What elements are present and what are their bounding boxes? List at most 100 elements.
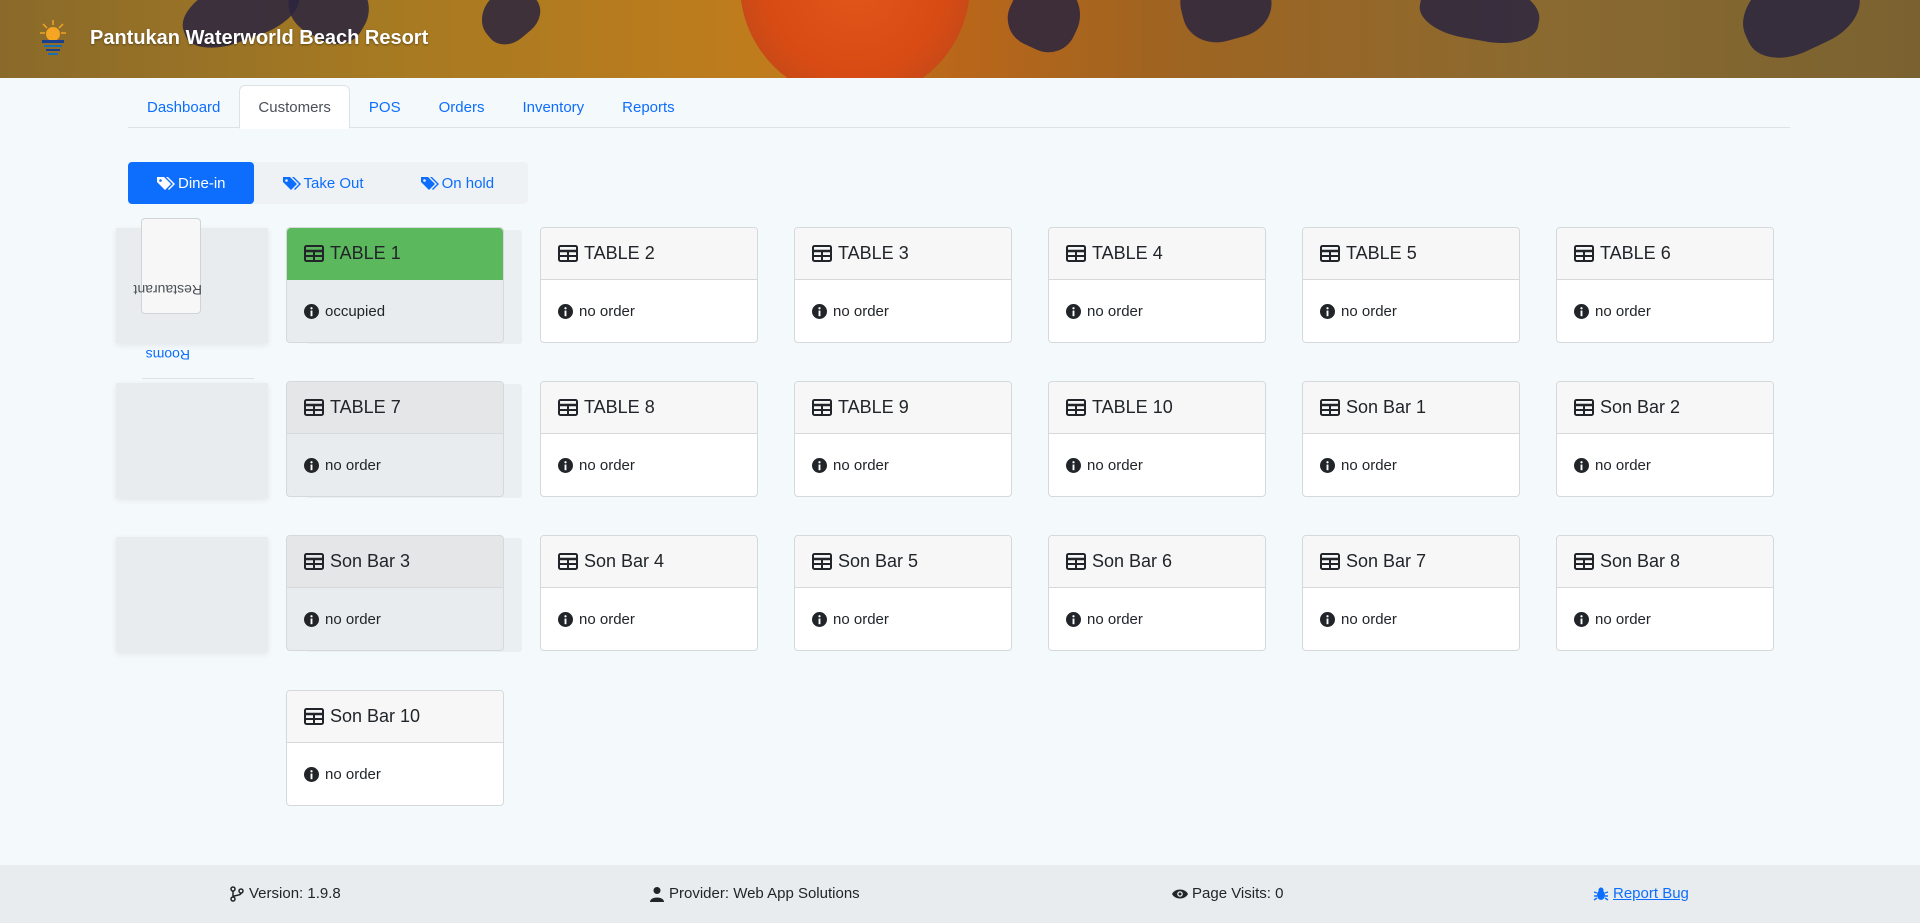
info-circle-icon xyxy=(304,766,319,782)
table-card[interactable]: TABLE 6 no order xyxy=(1556,227,1774,343)
table-name: Son Bar 7 xyxy=(1346,551,1427,571)
table-card[interactable]: TABLE 5 no order xyxy=(1302,227,1520,343)
table-name: TABLE 9 xyxy=(838,397,909,417)
tab-pos[interactable]: POS xyxy=(350,85,420,128)
take-out-button[interactable]: Take Out xyxy=(254,162,392,204)
table-card[interactable]: TABLE 2 no order xyxy=(540,227,758,343)
tab-dashboard[interactable]: Dashboard xyxy=(128,85,239,128)
info-circle-icon xyxy=(812,611,827,627)
table-card[interactable]: TABLE 7 no order xyxy=(286,381,504,497)
table-card-header: Son Bar 8 xyxy=(1557,536,1773,588)
table-card[interactable]: Son Bar 1 no order xyxy=(1302,381,1520,497)
tab-orders[interactable]: Orders xyxy=(420,85,504,128)
table-name: Son Bar 3 xyxy=(330,551,411,571)
tab-inventory[interactable]: Inventory xyxy=(503,85,603,128)
table-name: Son Bar 10 xyxy=(330,706,421,726)
table-card-header: TABLE 1 xyxy=(287,228,503,280)
info-circle-icon xyxy=(812,303,827,319)
table-status: no order xyxy=(1341,302,1397,320)
report-bug-text[interactable]: Report Bug xyxy=(1613,885,1689,902)
palm-decoration xyxy=(1728,0,1872,72)
table-status: occupied xyxy=(325,302,386,320)
table-card[interactable]: Son Bar 4 no order xyxy=(540,535,758,651)
table-icon xyxy=(304,399,324,416)
info-circle-icon xyxy=(812,457,827,473)
dine-in-button[interactable]: Dine-in xyxy=(128,162,254,204)
table-card[interactable]: Son Bar 7 no order xyxy=(1302,535,1520,651)
table-card-header: Son Bar 7 xyxy=(1303,536,1519,588)
table-card-body: no order xyxy=(287,743,503,805)
side-panel-block xyxy=(116,383,268,498)
table-card[interactable]: TABLE 1 occupied xyxy=(286,227,504,343)
table-name: Son Bar 4 xyxy=(584,551,665,571)
table-card-body: no order xyxy=(1049,280,1265,342)
table-card[interactable]: TABLE 10 no order xyxy=(1048,381,1266,497)
restaurant-tab[interactable] xyxy=(141,218,201,314)
table-card-header: Son Bar 6 xyxy=(1049,536,1265,588)
table-status: no order xyxy=(833,302,889,320)
tab-customers[interactable]: Customers xyxy=(239,85,350,129)
table-card[interactable]: TABLE 9 no order xyxy=(794,381,1012,497)
footer: Version: 1.9.8 Provider: Web App Solutio… xyxy=(0,865,1920,923)
table-card[interactable]: Son Bar 3 no order xyxy=(286,535,504,651)
table-icon xyxy=(812,553,832,570)
table-card-header: Son Bar 2 xyxy=(1557,382,1773,434)
table-icon xyxy=(1066,245,1086,262)
table-card-body: no order xyxy=(1557,588,1773,650)
table-status: no order xyxy=(833,610,889,628)
table-card[interactable]: Son Bar 6 no order xyxy=(1048,535,1266,651)
info-circle-icon xyxy=(1574,303,1589,319)
table-card-header: Son Bar 3 xyxy=(287,536,503,588)
table-status: no order xyxy=(1595,610,1651,628)
table-icon xyxy=(1066,399,1086,416)
main-tabs: Dashboard Customers POS Orders Inventory… xyxy=(128,85,1790,129)
table-card[interactable]: Son Bar 10 no order xyxy=(286,690,504,806)
table-card[interactable]: Son Bar 2 no order xyxy=(1556,381,1774,497)
version-text: Version: 1.9.8 xyxy=(249,885,341,902)
restaurant-tab-label: Restaurant xyxy=(133,282,202,298)
table-card-body: no order xyxy=(795,280,1011,342)
table-card-body: no order xyxy=(1557,280,1773,342)
table-card-header: TABLE 8 xyxy=(541,382,757,434)
table-status: no order xyxy=(833,456,889,474)
info-circle-icon xyxy=(558,303,573,319)
table-name: TABLE 5 xyxy=(1346,243,1417,263)
table-name: Son Bar 5 xyxy=(838,551,919,571)
table-card[interactable]: Son Bar 5 no order xyxy=(794,535,1012,651)
app-title: Pantukan Waterworld Beach Resort xyxy=(90,27,429,49)
table-name: TABLE 1 xyxy=(330,243,401,263)
table-card-header: TABLE 10 xyxy=(1049,382,1265,434)
bug-icon xyxy=(1593,887,1609,901)
version-info: Version: 1.9.8 xyxy=(229,885,341,902)
table-card[interactable]: Son Bar 8 no order xyxy=(1556,535,1774,651)
rooms-tab[interactable]: Rooms xyxy=(130,347,190,363)
table-icon xyxy=(558,553,578,570)
table-card-body: no order xyxy=(541,280,757,342)
table-name: Son Bar 8 xyxy=(1600,551,1681,571)
table-card-body: no order xyxy=(1557,434,1773,496)
table-card-header: TABLE 9 xyxy=(795,382,1011,434)
table-card-body: no order xyxy=(795,434,1011,496)
info-circle-icon xyxy=(1320,611,1335,627)
table-card[interactable]: TABLE 3 no order xyxy=(794,227,1012,343)
table-name: TABLE 2 xyxy=(584,243,655,263)
table-card-body: no order xyxy=(541,588,757,650)
palm-decoration xyxy=(1415,0,1545,50)
report-bug-link[interactable]: Report Bug xyxy=(1593,885,1689,902)
table-icon xyxy=(1320,245,1340,262)
tab-reports[interactable]: Reports xyxy=(603,85,694,128)
table-status: no order xyxy=(325,765,381,783)
table-card[interactable]: TABLE 4 no order xyxy=(1048,227,1266,343)
table-card-header: Son Bar 4 xyxy=(541,536,757,588)
table-card-header: TABLE 6 xyxy=(1557,228,1773,280)
on-hold-button[interactable]: On hold xyxy=(392,162,523,204)
info-circle-icon xyxy=(1066,457,1081,473)
table-card-body: no order xyxy=(541,434,757,496)
table-name: Son Bar 2 xyxy=(1600,397,1681,417)
table-card-body: no order xyxy=(1049,434,1265,496)
table-status: no order xyxy=(1087,302,1143,320)
table-card[interactable]: TABLE 8 no order xyxy=(540,381,758,497)
table-status: no order xyxy=(325,456,381,474)
info-circle-icon xyxy=(558,611,573,627)
table-card-header: TABLE 3 xyxy=(795,228,1011,280)
